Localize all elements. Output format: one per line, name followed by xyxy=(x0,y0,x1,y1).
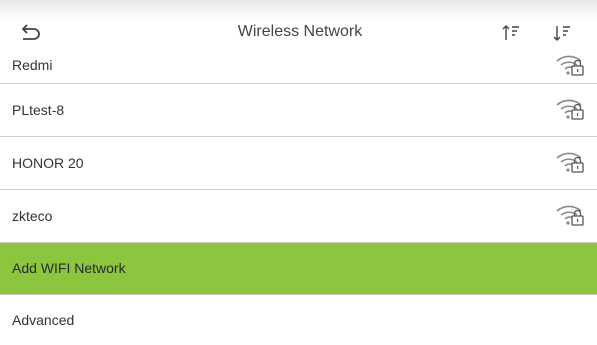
wifi-lock-icon xyxy=(556,99,584,120)
wifi-lock-icon xyxy=(556,152,584,173)
network-item-redmi[interactable]: Redmi xyxy=(0,47,597,84)
network-ssid: Redmi xyxy=(12,57,53,73)
add-wifi-network-label: Add WIFI Network xyxy=(12,260,126,276)
back-arrow-icon xyxy=(21,24,40,40)
network-item-honor-20[interactable]: HONOR 20 xyxy=(0,137,597,190)
network-ssid: zkteco xyxy=(12,208,53,224)
network-ssid: PLtest-8 xyxy=(12,102,65,118)
wifi-lock-icon xyxy=(556,55,584,76)
page-title: Wireless Network xyxy=(237,23,363,40)
sort-ascending-button[interactable] xyxy=(502,23,520,43)
network-item-pltest-8[interactable]: PLtest-8 xyxy=(0,84,597,137)
network-item-zkteco[interactable]: zkteco xyxy=(0,190,597,243)
sort-descending-icon xyxy=(553,26,570,41)
back-button[interactable] xyxy=(18,22,42,44)
network-ssid: HONOR 20 xyxy=(12,155,84,171)
advanced-label: Advanced xyxy=(12,312,75,328)
sort-descending-button[interactable] xyxy=(553,23,571,43)
wifi-lock-icon xyxy=(556,205,584,226)
add-wifi-network-button[interactable]: Add WIFI Network xyxy=(0,243,597,295)
header-bar: Wireless Network xyxy=(0,17,597,49)
network-list: Redmi PLtest-8 HONOR 20 zkteco Add WIFI … xyxy=(0,47,597,345)
advanced-button[interactable]: Advanced xyxy=(0,295,597,345)
sort-ascending-icon xyxy=(502,25,519,40)
